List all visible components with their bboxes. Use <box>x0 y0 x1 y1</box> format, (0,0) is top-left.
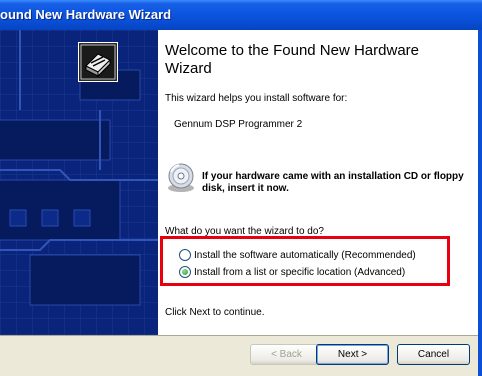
window-frame-right <box>478 30 482 376</box>
cancel-button[interactable]: Cancel <box>397 344 470 365</box>
cd-prompt-text: If your hardware came with an installati… <box>202 171 464 194</box>
title-bar[interactable]: ound New Hardware Wizard <box>0 0 482 30</box>
window-title: ound New Hardware Wizard <box>0 7 172 22</box>
intro-text: This wizard helps you install software f… <box>165 93 348 104</box>
radio-button[interactable] <box>179 249 191 261</box>
wizard-side-panel <box>0 30 158 335</box>
highlight-box <box>160 236 450 286</box>
device-name: Gennum DSP Programmer 2 <box>174 119 303 130</box>
next-button[interactable]: Next > <box>316 344 389 365</box>
option-label: Install the software automatically (Reco… <box>194 249 416 261</box>
option-install-from-list[interactable]: Install from a list or specific location… <box>179 266 405 278</box>
option-label: Install from a list or specific location… <box>194 266 406 278</box>
wizard-content: Welcome to the Found New Hardware Wizard… <box>158 30 478 335</box>
cd-icon <box>168 163 194 192</box>
back-button[interactable]: < Back <box>250 344 323 365</box>
option-install-automatically[interactable]: Install the software automatically (Reco… <box>179 249 416 261</box>
button-bar: < Back Next > Cancel <box>0 335 478 376</box>
continue-instruction: Click Next to continue. <box>165 307 265 318</box>
hardware-wizard-icon <box>78 42 118 82</box>
radio-button-selected[interactable] <box>179 266 191 278</box>
page-title: Welcome to the Found New Hardware Wizard <box>165 42 420 77</box>
